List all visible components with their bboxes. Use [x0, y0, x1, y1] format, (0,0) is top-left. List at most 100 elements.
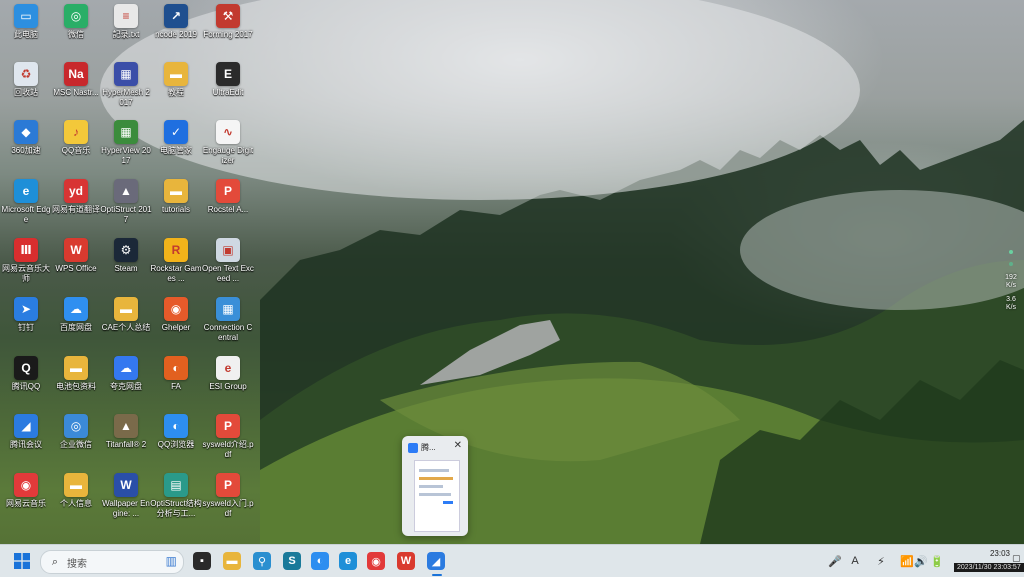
wifi-icon[interactable]: 📶 [900, 553, 914, 569]
app-icon: ♪ [64, 120, 88, 144]
desktop-icon[interactable]: ▬ CAE个人总结 [100, 297, 152, 333]
desktop-icon-label: 教程 [168, 88, 184, 97]
desktop-icon[interactable]: ◉ 网易云音乐 [0, 473, 52, 509]
status-dot [1009, 262, 1013, 266]
system-clock[interactable]: 23:03 [962, 549, 1010, 559]
desktop-icon-label: 电脑管家 [160, 146, 192, 155]
tencent-meeting-icon[interactable]: ◢ [426, 551, 446, 576]
app-icon: ▦ [114, 62, 138, 86]
close-icon[interactable]: ✕ [454, 440, 462, 451]
desktop-icon-label: 腾讯QQ [11, 382, 41, 391]
desktop-icon[interactable]: ▭ 此电脑 [0, 4, 52, 40]
taskbar-app-glyph: ▪ [193, 552, 211, 570]
desktop-icon[interactable]: ▤ OptiStruct结构分析与工... [150, 473, 202, 519]
desktop-icon[interactable]: R Rockstar Games ... [150, 238, 202, 284]
desktop-icon[interactable]: ▬ 教程 [150, 62, 202, 98]
qq-browser-icon[interactable]: ◐ [310, 551, 330, 571]
desktop-icon-label: 夸克网盘 [110, 382, 142, 391]
edge-icon[interactable]: e [338, 551, 358, 571]
desktop-icon[interactable]: ▣ Open Text Exceed ... [202, 238, 254, 284]
desktop-icon[interactable]: ◉ Ghelper [150, 297, 202, 333]
app-icon: Na [64, 62, 88, 86]
desktop-icon-label: 腾讯会议 [10, 440, 42, 449]
taskbar-app-glyph: ▬ [223, 552, 241, 570]
desktop-icon[interactable]: yd 网易有道翻译 [50, 179, 102, 215]
desktop-icon-label: Connection Central [203, 323, 253, 342]
desktop-icon[interactable]: e Microsoft Edge [0, 179, 52, 225]
app-icon: ⚙ [114, 238, 138, 262]
desktop-icon[interactable]: ↗ ncode 2019 [150, 4, 202, 40]
taskbar: ⌕ 搜索 ▥ ▪ ▬ ⚲ S ◐ e ◉ W ◢ 🎤 A ⚡ 📶 🔊 🔋 23:03 ▢ [0, 544, 1024, 577]
desktop-icon[interactable]: ◎ 微信 [50, 4, 102, 40]
desktop-icon[interactable]: ♪ QQ音乐 [50, 120, 102, 156]
task-view-icon[interactable]: ▪ [192, 551, 212, 571]
desktop-icon[interactable]: E UltraEdit [202, 62, 254, 98]
desktop-icon[interactable]: ➤ 钉钉 [0, 297, 52, 333]
app-icon: ◐ [164, 356, 188, 380]
desktop-icon[interactable]: ▬ 电池包资料 [50, 356, 102, 392]
desktop-icon[interactable]: ◎ 企业微信 [50, 414, 102, 450]
desktop-icon[interactable]: Psysweld入门.pdf [202, 473, 254, 519]
desktop-icon[interactable]: ▦ HyperView 2017 [100, 120, 152, 166]
desktop-icon[interactable]: Psysweld介绍.pdf [202, 414, 254, 460]
desktop-icon[interactable]: ◐ QQ浏览器 [150, 414, 202, 450]
app-icon: ▬ [164, 179, 188, 203]
start-button[interactable] [12, 551, 32, 571]
taskbar-preview-window[interactable]: 腾... ✕ [402, 436, 468, 536]
netease-music-icon[interactable]: ◉ [366, 551, 386, 571]
power-app-icon[interactable]: ⚡ [874, 553, 888, 569]
windows-logo-icon [14, 553, 30, 569]
desktop-icon[interactable]: ▬ tutorials [150, 179, 202, 215]
desktop-icon[interactable]: P Rocstel A... [202, 179, 254, 215]
recording-timestamp: 2023/11/30 23:03:57 [954, 563, 1024, 572]
desktop-icon[interactable]: ♻ 回收站 [0, 62, 52, 98]
desktop-icon-label: Steam [114, 264, 138, 273]
download-unit: K/s [1005, 304, 1017, 311]
input-method-icon[interactable]: A [848, 553, 862, 569]
desktop-icon[interactable]: ◢ 腾讯会议 [0, 414, 52, 450]
app-icon: ▲ [114, 179, 138, 203]
desktop-icon[interactable]: ⚒ Forming 2017 [202, 4, 254, 40]
download-speed: 3.6 [1006, 296, 1016, 303]
desktop-icon[interactable]: ⚙ Steam [100, 238, 152, 274]
microphone-icon[interactable]: 🎤 [828, 553, 842, 569]
upload-speed: 192 [1005, 274, 1017, 281]
desktop-icon[interactable]: W WPS Office [50, 238, 102, 274]
desktop-icon[interactable]: ▦ HyperMesh 2017 [100, 62, 152, 108]
desktop-icon[interactable]: ◆ 360加速 [0, 120, 52, 156]
desktop-icon[interactable]: Q 腾讯QQ [0, 356, 52, 392]
desktop-icon[interactable]: Ⅲ 网易云音乐大师 [0, 238, 52, 284]
desktop-icon[interactable]: ✓ 电脑管家 [150, 120, 202, 156]
pin-tool-icon[interactable]: ⚲ [252, 551, 272, 571]
desktop-icon[interactable]: ▦ Connection Central [202, 297, 254, 343]
desktop-icon-label: QQ浏览器 [157, 440, 195, 449]
desktop-icon[interactable]: ☁ 夸克网盘 [100, 356, 152, 392]
sf-app-icon[interactable]: S [282, 551, 302, 571]
tencent-meeting-icon [408, 442, 418, 453]
desktop-icon[interactable]: ▲ Titanfall® 2 [100, 414, 152, 450]
battery-icon[interactable]: 🔋 [930, 553, 944, 569]
desktop-icon[interactable]: W Wallpaper Engine: ... [100, 473, 152, 519]
app-icon: E [216, 62, 240, 86]
desktop-icon[interactable]: e ESI Group [202, 356, 254, 392]
desktop-icon[interactable]: ∿ Engauge Digitizer [202, 120, 254, 166]
volume-icon[interactable]: 🔊 [914, 553, 928, 569]
app-icon: ☁ [64, 297, 88, 321]
taskbar-search-box[interactable]: ⌕ 搜索 ▥ [40, 550, 184, 574]
desktop-icon[interactable]: ≡ 記录.txt [100, 4, 152, 40]
desktop-icon[interactable]: ◐ FA [150, 356, 202, 392]
clock-time: 23:03 [989, 549, 1010, 558]
preview-thumbnail[interactable] [414, 460, 460, 532]
app-icon: ⚒ [216, 4, 240, 28]
desktop-icon[interactable]: ▬ 个人信息 [50, 473, 102, 509]
app-icon: ▲ [114, 414, 138, 438]
app-icon: ◎ [64, 414, 88, 438]
desktop-icon[interactable]: ☁ 百度网盘 [50, 297, 102, 333]
file-explorer-icon[interactable]: ▬ [222, 551, 242, 571]
desktop-icon-label: 回收站 [14, 88, 38, 97]
desktop-icon[interactable]: ▲ OptiStruct 2017 [100, 179, 152, 225]
desktop-icon-label: HyperView 2017 [101, 146, 151, 165]
desktop-icon[interactable]: Na MSC Nastr... [50, 62, 102, 98]
app-icon: ↗ [164, 4, 188, 28]
wps-icon[interactable]: W [396, 551, 416, 571]
